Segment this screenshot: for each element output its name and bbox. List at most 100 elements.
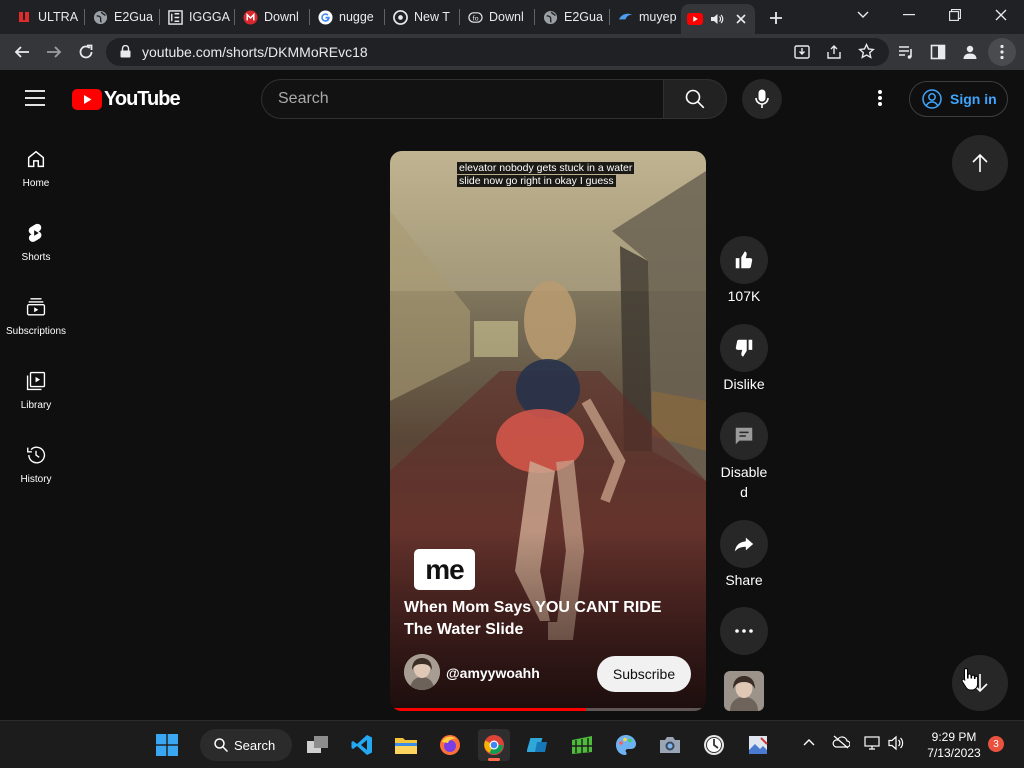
firefox-icon[interactable] (434, 729, 466, 761)
taskbar-search-button[interactable]: Search (200, 729, 292, 761)
youtube-logo[interactable]: YouTube (72, 88, 181, 111)
guide-item-shorts[interactable]: Shorts (0, 216, 72, 290)
address-bar[interactable]: youtube.com/shorts/DKMMoREvc18 (106, 38, 889, 66)
window-close-icon[interactable] (978, 0, 1024, 30)
hamburger-menu-icon[interactable] (24, 89, 46, 107)
globe-favicon-icon (542, 9, 558, 25)
short-title[interactable]: When Mom Says YOU CANT RIDE The Water Sl… (404, 597, 694, 641)
clock-app-icon[interactable] (698, 729, 730, 761)
lock-icon[interactable] (120, 45, 131, 58)
short-video-player[interactable]: elevator nobody gets stuck in a water sl… (390, 151, 706, 711)
more-actions-button[interactable] (720, 607, 768, 655)
side-panel-icon[interactable] (924, 38, 952, 66)
image-viewer-icon[interactable] (742, 729, 774, 761)
task-view-icon[interactable] (302, 729, 334, 761)
camera-app-icon[interactable] (654, 729, 686, 761)
download-favicon-icon: fo (467, 9, 483, 25)
profile-icon[interactable] (956, 38, 984, 66)
browser-tab[interactable]: Downl (236, 4, 308, 30)
install-app-icon[interactable] (794, 44, 810, 60)
browser-tab[interactable]: muyep (611, 4, 679, 30)
browser-tab-active[interactable] (681, 4, 755, 34)
tab-divider (459, 9, 460, 25)
tab-divider (534, 9, 535, 25)
caption-line: elevator nobody gets stuck in a water (457, 162, 635, 174)
sound-thumbnail[interactable] (724, 671, 764, 711)
voice-search-button[interactable] (742, 79, 782, 119)
browser-tab[interactable]: E2Gua (86, 4, 158, 30)
volume-icon[interactable] (888, 735, 904, 751)
bookmark-star-icon[interactable] (858, 43, 875, 60)
previous-short-button[interactable] (952, 135, 1008, 191)
tab-label: muyep (639, 10, 677, 24)
dislike-button[interactable] (720, 324, 768, 372)
comments-label-line: d (740, 484, 748, 500)
guide-label: Library (20, 400, 52, 411)
tab-label: Downl (489, 10, 524, 24)
video-caption: elevator nobody gets stuck in a water sl… (457, 162, 639, 188)
browser-tab[interactable]: ULTRA (10, 4, 84, 30)
minimize-icon[interactable] (886, 0, 932, 30)
back-arrow-icon[interactable] (8, 38, 36, 66)
onedrive-offline-icon[interactable] (832, 735, 850, 749)
speaker-icon[interactable] (709, 11, 725, 27)
search-icon (214, 738, 228, 752)
guide-label: Home (22, 178, 50, 189)
search-input[interactable] (262, 80, 642, 118)
chrome-taskbar-icon[interactable] (478, 729, 510, 761)
paint-app-icon[interactable] (610, 729, 642, 761)
share-button[interactable] (720, 520, 768, 568)
microphone-icon (755, 89, 769, 108)
share-page-icon[interactable] (826, 44, 842, 60)
media-controls-icon[interactable] (892, 38, 920, 66)
comment-icon (735, 427, 753, 445)
windows-taskbar: Search 9:29 PM 7/13/2023 3 (0, 720, 1024, 768)
search-button[interactable] (663, 79, 727, 119)
guide-item-home[interactable]: Home (0, 142, 72, 216)
new-tab-icon[interactable] (766, 8, 786, 28)
clock-date: 7/13/2023 (927, 746, 981, 760)
comments-button[interactable] (720, 412, 768, 460)
forward-arrow-icon[interactable] (40, 38, 68, 66)
browser-tab[interactable]: New T (386, 4, 458, 30)
browser-tab[interactable]: nugge (311, 4, 383, 30)
browser-tab[interactable]: fo Downl (461, 4, 533, 30)
sign-in-button[interactable]: Sign in (909, 81, 1008, 117)
tab-search-chevron-icon[interactable] (840, 0, 886, 30)
taskbar-clock[interactable]: 9:29 PM 7/13/2023 (916, 729, 992, 761)
show-hidden-icons-chevron-icon[interactable] (803, 738, 815, 746)
blue-favicon-icon (617, 9, 633, 25)
notification-badge[interactable]: 3 (988, 736, 1004, 752)
like-button[interactable] (720, 236, 768, 284)
account-circle-icon (922, 89, 942, 109)
guide-item-subscriptions[interactable]: Subscriptions (0, 290, 72, 364)
network-icon[interactable] (864, 735, 880, 751)
search-box[interactable] (261, 79, 664, 119)
tab-close-icon[interactable] (733, 11, 749, 27)
youtube-masthead: YouTube Sign in (0, 70, 1024, 126)
ultra-favicon-icon (16, 9, 32, 25)
share-label: Share (725, 572, 763, 588)
settings-kebab-icon[interactable] (877, 89, 883, 107)
reload-icon[interactable] (72, 38, 100, 66)
channel-name[interactable]: @amyywoahh (446, 665, 540, 681)
thumbs-up-icon (735, 251, 753, 269)
subscribe-button[interactable]: Subscribe (597, 656, 691, 692)
spreadsheet-app-icon[interactable] (566, 729, 598, 761)
restore-icon[interactable] (932, 0, 978, 30)
file-explorer-icon[interactable] (390, 729, 422, 761)
browser-menu-icon[interactable] (988, 38, 1016, 66)
vscode-icon[interactable] (346, 729, 378, 761)
tab-divider (309, 9, 310, 25)
video-progress-bar[interactable] (390, 708, 706, 711)
browser-tab[interactable]: E2Gua (536, 4, 608, 30)
azure-data-studio-icon[interactable] (522, 729, 554, 761)
guide-item-library[interactable]: Library (0, 364, 72, 438)
tab-divider (84, 9, 85, 25)
browser-tab[interactable]: IGGGA (161, 4, 233, 30)
shorts-icon (28, 223, 42, 242)
guide-item-history[interactable]: History (0, 438, 72, 512)
url-text[interactable]: youtube.com/shorts/DKMMoREvc18 (142, 44, 368, 60)
start-windows-icon[interactable] (151, 729, 183, 761)
channel-avatar[interactable] (404, 654, 440, 690)
